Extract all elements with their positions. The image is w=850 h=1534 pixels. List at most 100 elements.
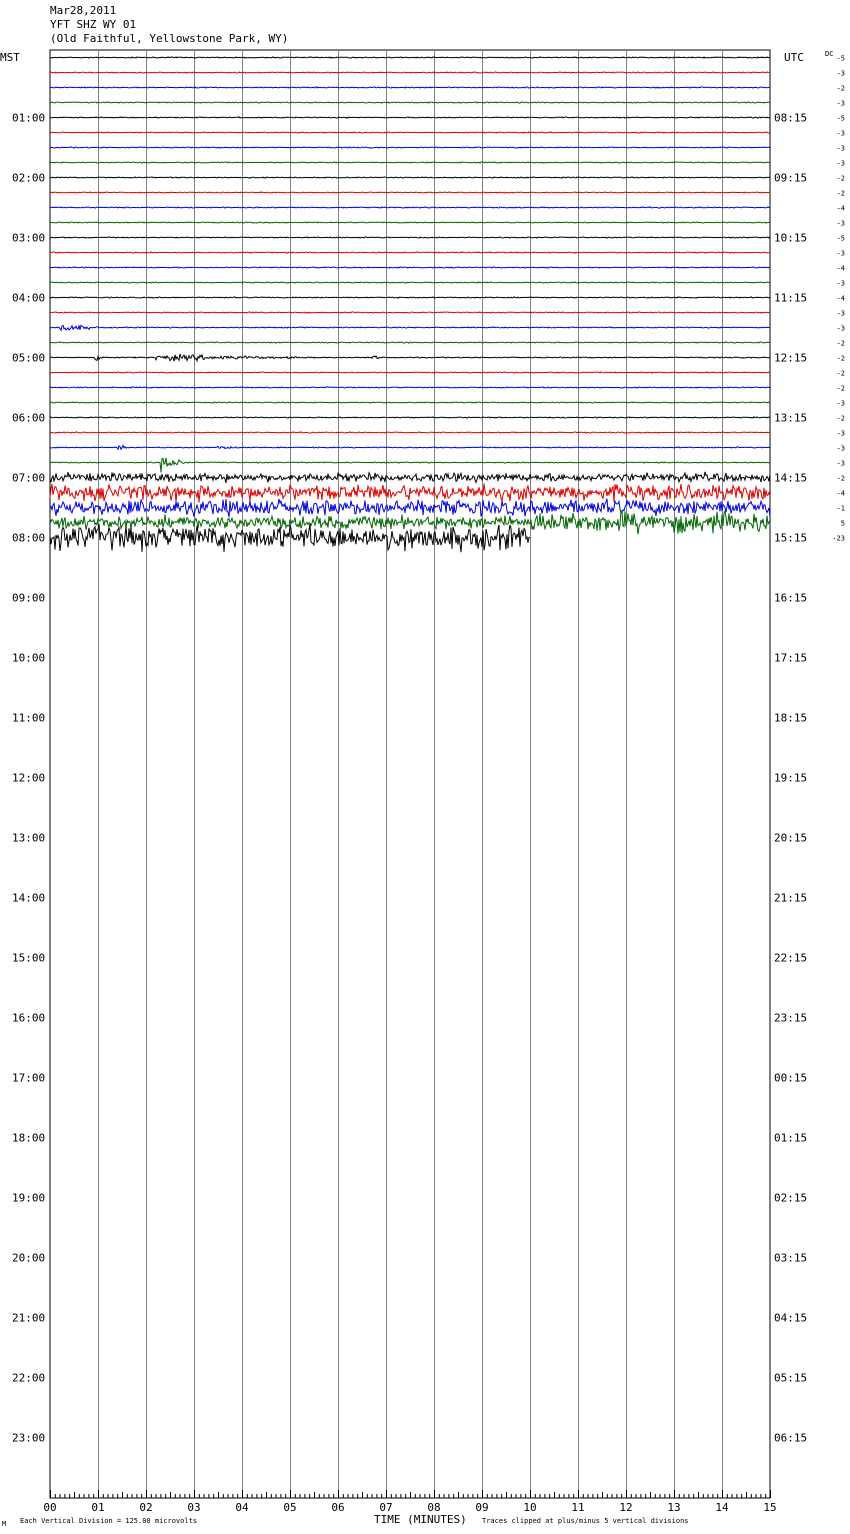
dc-offset-value: -3 (837, 250, 845, 258)
dc-offset-value: -2 (837, 475, 845, 483)
trace-25 (49, 431, 771, 434)
trace-13 (49, 251, 771, 254)
dc-offset-value: -3 (837, 310, 845, 318)
trace-14 (49, 266, 771, 269)
x-tick-label: 15 (763, 1501, 776, 1514)
trace-29 (49, 483, 771, 503)
mst-hour-label: 23:00 (12, 1432, 45, 1445)
utc-hour-label: 23:15 (774, 1012, 807, 1025)
x-axis-title: TIME (MINUTES) (374, 1513, 467, 1526)
trace-0 (49, 56, 771, 59)
dc-offset-value: -3 (837, 325, 845, 333)
utc-hour-label: 06:15 (774, 1432, 807, 1445)
trace-24 (49, 416, 771, 419)
mst-hour-label: 20:00 (12, 1252, 45, 1265)
mst-hour-label: 04:00 (12, 292, 45, 305)
mst-hour-label: 08:00 (12, 532, 45, 545)
x-tick-label: 02 (139, 1501, 152, 1514)
utc-hour-label: 05:15 (774, 1372, 807, 1385)
trace-23 (49, 401, 771, 404)
utc-hour-label: 16:15 (774, 592, 807, 605)
utc-hour-label: 10:15 (774, 232, 807, 245)
dc-offset-value: -3 (837, 460, 845, 468)
dc-offset-value: -4 (837, 265, 845, 273)
dc-offset-value: -2 (837, 85, 845, 93)
trace-5 (49, 131, 771, 134)
dc-offset-value: -4 (837, 205, 845, 213)
mst-hour-label: 17:00 (12, 1072, 45, 1085)
dc-offset-value: -3 (837, 70, 845, 78)
dc-offset-value: -1 (837, 505, 845, 513)
dc-offset-labels: -5 -3 -2 -3 -5 -3 -3 -3 -2 -2 -4 -3 -5 -3 -4 -3 -4 -3 -3 -2… (832, 55, 845, 543)
dc-offset-value: -2 (837, 190, 845, 198)
dc-offset-value: -2 (837, 385, 845, 393)
trace-8 (49, 176, 771, 179)
utc-hour-label: 22:15 (774, 952, 807, 965)
trace-27 (49, 457, 771, 473)
utc-hour-label: 02:15 (774, 1192, 807, 1205)
scale-note: Each Vertical Division = 125.00 microvol… (20, 1517, 197, 1525)
dc-offset-value: -3 (837, 160, 845, 168)
utc-hour-label: 14:15 (774, 472, 807, 485)
dc-offset-value: -3 (837, 280, 845, 288)
trace-16 (49, 296, 771, 299)
mst-hour-label: 21:00 (12, 1312, 45, 1325)
dc-offset-value: -3 (837, 130, 845, 138)
trace-1 (49, 71, 771, 74)
x-axis: 00 01 02 03 04 05 06 07 08 09 10 11 12 13 14 15 (43, 1490, 777, 1514)
seismic-traces (49, 56, 771, 553)
corner-mark: M (2, 1520, 6, 1528)
trace-30 (49, 498, 771, 518)
trace-9 (49, 191, 770, 194)
clip-note: Traces clipped at plus/minus 5 vertical … (482, 1517, 689, 1525)
trace-3 (49, 101, 771, 104)
utc-hour-label: 03:15 (774, 1252, 807, 1265)
mst-hour-label: 01:00 (12, 112, 45, 125)
mst-hour-label: 12:00 (12, 772, 45, 785)
x-tick-label: 04 (235, 1501, 249, 1514)
trace-31 (49, 509, 771, 535)
x-tick-label: 13 (667, 1501, 680, 1514)
dc-offset-value: -3 (837, 430, 845, 438)
dc-offset-value: -3 (837, 100, 845, 108)
mst-hour-label: 11:00 (12, 712, 45, 725)
dc-offset-value: -4 (837, 490, 845, 498)
trace-21 (50, 371, 771, 374)
trace-22 (49, 386, 771, 389)
x-tick-label: 06 (331, 1501, 344, 1514)
mst-hour-label: 22:00 (12, 1372, 45, 1385)
mst-hour-label: 10:00 (12, 652, 45, 665)
mst-hour-label: 14:00 (12, 892, 45, 905)
x-tick-label: 01 (91, 1501, 104, 1514)
utc-hour-label: 17:15 (774, 652, 807, 665)
trace-28 (49, 471, 771, 484)
mst-hour-label: 06:00 (12, 412, 45, 425)
x-tick-label: 12 (619, 1501, 632, 1514)
trace-6 (49, 146, 771, 149)
dc-offset-value: -2 (837, 355, 845, 363)
mst-hour-label: 02:00 (12, 172, 45, 185)
trace-19 (49, 341, 771, 344)
dc-offset-value: -2 (837, 370, 845, 378)
left-zone-label: MST (0, 51, 20, 64)
dc-label: DC (825, 50, 833, 58)
x-tick-label: 05 (283, 1501, 296, 1514)
x-tick-label: 03 (187, 1501, 200, 1514)
dc-offset-value: -2 (837, 340, 845, 348)
dc-offset-value: -5 (837, 115, 845, 123)
utc-hour-label: 12:15 (774, 352, 807, 365)
utc-hour-label: 09:15 (774, 172, 807, 185)
dc-offset-value: -2 (837, 415, 845, 423)
trace-20 (49, 353, 771, 363)
trace-4 (50, 116, 771, 119)
trace-17 (49, 311, 770, 314)
x-tick-label: 10 (523, 1501, 536, 1514)
mst-hour-label: 05:00 (12, 352, 45, 365)
utc-hour-label: 01:15 (774, 1132, 807, 1145)
dc-offset-value: -5 (837, 55, 845, 63)
trace-10 (49, 206, 771, 209)
dc-offset-value: -3 (837, 445, 845, 453)
utc-hour-label: 04:15 (774, 1312, 807, 1325)
utc-hour-label: 13:15 (774, 412, 807, 425)
mst-hour-label: 09:00 (12, 592, 45, 605)
